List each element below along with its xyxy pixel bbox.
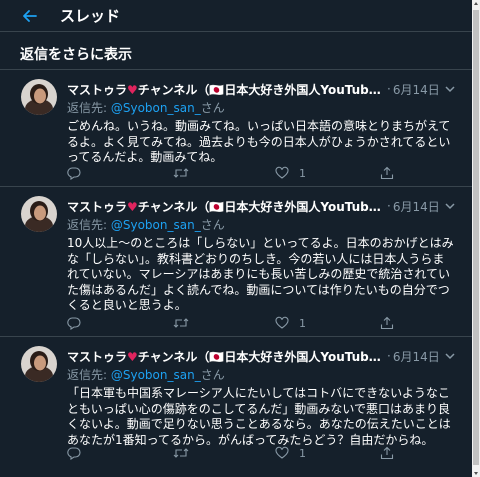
reply-to: 返信先: @Syobon_san_さん — [67, 366, 225, 383]
tweet-date[interactable]: 6月14日 — [393, 348, 440, 365]
like-count: 1 — [299, 316, 306, 330]
tweet-text: ごめんね。いうね。動画みてね。いっぱい日本語の意味とりまちがえてるよ。よく見てみ… — [67, 119, 451, 165]
reply-to: 返信先: @Syobon_san_さん — [67, 216, 225, 233]
tweet-header: マストゥラ♥チャンネル（🇯🇵日本大好き外国人YouTube... · 6月14日 — [67, 347, 467, 365]
reply-suffix: さん — [200, 101, 225, 115]
like-button[interactable]: 1 — [275, 446, 306, 460]
tweet[interactable]: マストゥラ♥チャンネル（🇯🇵日本大好き外国人YouTube... · 6月14日… — [0, 188, 472, 337]
tweet-actions: 1 — [67, 166, 407, 182]
tweet-header: マストゥラ♥チャンネル（🇯🇵日本大好き外国人YouTube... · 6月14日 — [67, 80, 467, 98]
chevron-down-icon[interactable] — [443, 198, 457, 212]
heart-emoji-icon: ♥ — [127, 349, 138, 364]
retweet-icon[interactable] — [173, 166, 189, 180]
author-name[interactable]: マストゥラ♥チャンネル（🇯🇵日本大好き外国人YouTube... — [67, 348, 384, 365]
heart-emoji-icon: ♥ — [127, 82, 138, 97]
share-icon[interactable] — [380, 446, 394, 460]
tweet[interactable]: マストゥラ♥チャンネル（🇯🇵日本大好き外国人YouTube... · 6月14日… — [0, 71, 472, 187]
tweet-actions: 1 — [67, 316, 407, 332]
retweet-icon[interactable] — [173, 446, 189, 460]
avatar[interactable] — [21, 346, 57, 382]
heart-icon[interactable] — [275, 316, 289, 330]
heart-icon[interactable] — [275, 446, 289, 460]
reply-icon[interactable] — [67, 166, 81, 180]
separator-dot: · — [387, 82, 391, 96]
avatar[interactable] — [21, 79, 57, 115]
page-title: スレッド — [60, 7, 121, 25]
scrollbar[interactable] — [472, 0, 480, 477]
retweet-icon[interactable] — [173, 316, 189, 330]
author-name[interactable]: マストゥラ♥チャンネル（🇯🇵日本大好き外国人YouTube... — [67, 81, 384, 98]
reply-icon[interactable] — [67, 316, 81, 330]
like-button[interactable]: 1 — [275, 316, 306, 330]
tweet-actions: 1 — [67, 446, 407, 462]
like-count: 1 — [299, 446, 306, 460]
tweet[interactable]: マストゥラ♥チャンネル（🇯🇵日本大好き外国人YouTube... · 6月14日… — [0, 338, 472, 473]
heart-emoji-icon: ♥ — [127, 199, 138, 214]
separator-dot: · — [387, 349, 391, 363]
heart-icon[interactable] — [275, 166, 289, 180]
scroll-down-icon[interactable] — [474, 472, 478, 475]
reply-prefix: 返信先: — [67, 101, 111, 115]
chevron-down-icon[interactable] — [443, 81, 457, 95]
scroll-up-icon[interactable] — [474, 2, 478, 5]
reply-handle[interactable]: @Syobon_san_ — [111, 218, 201, 232]
chevron-down-icon[interactable] — [443, 348, 457, 362]
tweet-date[interactable]: 6月14日 — [393, 81, 440, 98]
reply-to: 返信先: @Syobon_san_さん — [67, 99, 225, 116]
show-more-replies-button[interactable]: 返信をさらに表示 — [0, 38, 472, 70]
reply-icon[interactable] — [67, 446, 81, 460]
reply-prefix: 返信先: — [67, 368, 111, 382]
like-button[interactable]: 1 — [275, 166, 306, 180]
tweet-header: マストゥラ♥チャンネル（🇯🇵日本大好き外国人YouTube... · 6月14日 — [67, 197, 467, 215]
thread-header: スレッド — [0, 0, 472, 32]
reply-handle[interactable]: @Syobon_san_ — [111, 101, 201, 115]
share-icon[interactable] — [380, 166, 394, 180]
arrow-left-icon[interactable] — [20, 6, 40, 26]
reply-suffix: さん — [200, 218, 225, 232]
tweet-date[interactable]: 6月14日 — [393, 198, 440, 215]
share-icon[interactable] — [380, 316, 394, 330]
reply-suffix: さん — [200, 368, 225, 382]
like-count: 1 — [299, 166, 306, 180]
show-more-replies-label: 返信をさらに表示 — [20, 46, 132, 63]
scrollbar-thumb[interactable] — [473, 10, 479, 465]
separator-dot: · — [387, 199, 391, 213]
author-name[interactable]: マストゥラ♥チャンネル（🇯🇵日本大好き外国人YouTube... — [67, 198, 384, 215]
reply-prefix: 返信先: — [67, 218, 111, 232]
reply-handle[interactable]: @Syobon_san_ — [111, 368, 201, 382]
avatar[interactable] — [21, 196, 57, 232]
tweet-text: 10人以上〜のところは「しらない」といってるよ。日本のおかげとはみな「しらない」… — [67, 236, 454, 313]
tweet-text: 「日本軍も中国系マレーシア人にたいしてはコトバにできないようなこともいっぱい心の… — [67, 386, 451, 447]
